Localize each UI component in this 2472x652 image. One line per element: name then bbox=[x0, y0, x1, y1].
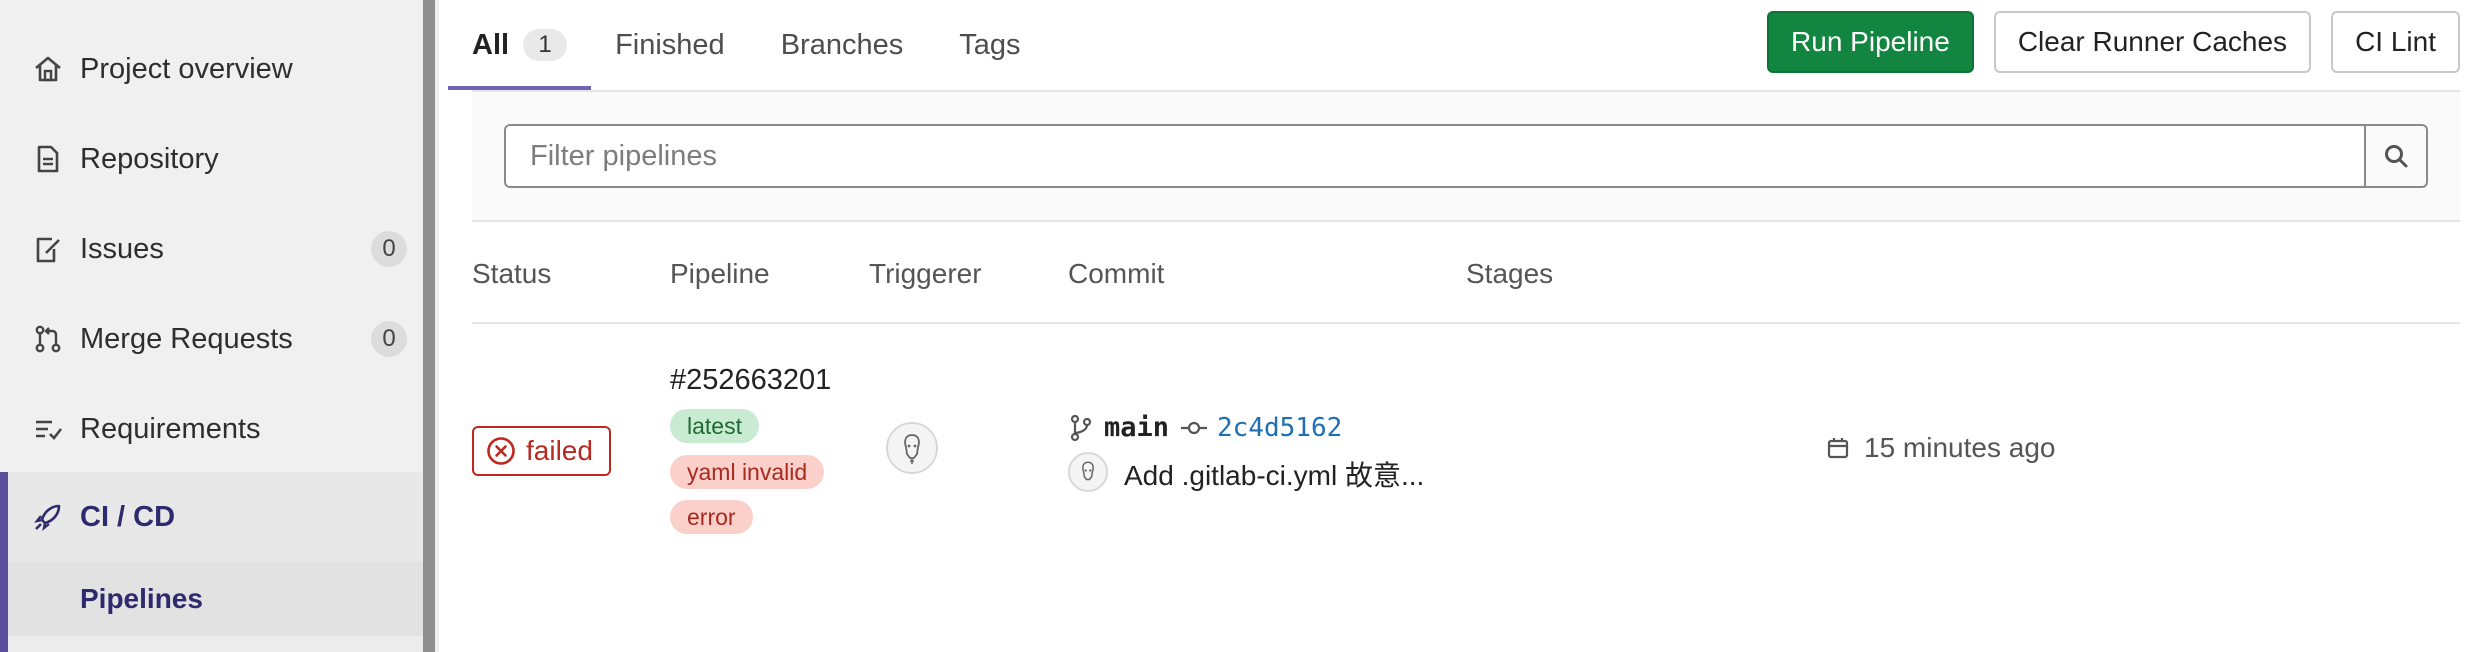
column-header-stages: Stages bbox=[1466, 258, 1554, 289]
sidebar-item-ci-cd[interactable]: CI / CD bbox=[0, 472, 423, 562]
filter-search-button[interactable] bbox=[2364, 124, 2428, 188]
commit-author-avatar[interactable] bbox=[1068, 452, 1108, 492]
commit-title-link[interactable]: Add .gitlab-ci.yml 故意... bbox=[1124, 454, 1424, 494]
header-actions: Run Pipeline Clear Runner Caches CI Lint bbox=[1747, 11, 2460, 73]
failed-status-icon bbox=[486, 436, 516, 466]
sidebar: Project overview Repository Issues 0 Mer… bbox=[0, 0, 423, 652]
sidebar-item-label: Requirements bbox=[80, 412, 261, 445]
sidebar-scrollbar[interactable] bbox=[423, 0, 435, 652]
sidebar-subitem-pipelines[interactable]: Pipelines bbox=[0, 562, 423, 636]
label-yaml-invalid[interactable]: yaml invalid bbox=[670, 455, 825, 489]
clear-runner-caches-button[interactable]: Clear Runner Caches bbox=[1993, 11, 2312, 73]
rocket-icon bbox=[32, 501, 64, 533]
calendar-icon bbox=[1826, 436, 1850, 460]
sidebar-item-merge-requests[interactable]: Merge Requests 0 bbox=[0, 294, 423, 384]
sidebar-item-issues[interactable]: Issues 0 bbox=[0, 204, 423, 294]
tab-label: Tags bbox=[959, 28, 1021, 61]
column-header-triggerer: Triggerer bbox=[869, 258, 982, 289]
column-header-status: Status bbox=[472, 258, 552, 289]
run-pipeline-button[interactable]: Run Pipeline bbox=[1767, 11, 1974, 73]
search-icon bbox=[2382, 142, 2410, 170]
sidebar-subitem-label: Pipelines bbox=[80, 583, 203, 614]
sidebar-item-label: Repository bbox=[80, 142, 219, 175]
tab-branches[interactable]: Branches bbox=[781, 0, 904, 90]
merge-request-icon bbox=[32, 323, 64, 355]
sidebar-item-repository[interactable]: Repository bbox=[0, 114, 423, 204]
pipeline-tabs: All 1 Finished Branches Tags bbox=[448, 0, 1076, 90]
tab-label: Finished bbox=[615, 28, 725, 61]
sidebar-item-project-overview[interactable]: Project overview bbox=[0, 24, 423, 114]
status-label: failed bbox=[526, 435, 593, 466]
sidebar-item-label: Merge Requests bbox=[80, 322, 293, 355]
commit-icon bbox=[1179, 418, 1209, 438]
sidebar-item-label: Project overview bbox=[80, 52, 293, 85]
pipeline-time: 15 minutes ago bbox=[1826, 432, 2055, 464]
branch-name-link[interactable]: main bbox=[1104, 412, 1169, 443]
commit-sha-link[interactable]: 2c4d5162 bbox=[1217, 413, 1342, 443]
tab-label: All bbox=[472, 28, 510, 61]
branch-icon bbox=[1068, 414, 1094, 442]
ci-lint-button[interactable]: CI Lint bbox=[2331, 11, 2460, 73]
tab-tags[interactable]: Tags bbox=[959, 0, 1020, 90]
sidebar-divider bbox=[435, 0, 439, 652]
pipeline-id-link[interactable]: #252663201 bbox=[670, 364, 831, 397]
label-latest: latest bbox=[670, 409, 759, 443]
column-header-pipeline: Pipeline bbox=[670, 258, 770, 289]
sidebar-item-label: Issues bbox=[80, 232, 164, 265]
sidebar-item-requirements[interactable]: Requirements bbox=[0, 384, 423, 474]
time-ago-text: 15 minutes ago bbox=[1864, 432, 2056, 463]
status-badge[interactable]: failed bbox=[472, 426, 611, 476]
commit-ref: main 2c4d5162 bbox=[1068, 412, 1342, 443]
home-icon bbox=[32, 53, 64, 85]
issues-count-badge: 0 bbox=[371, 231, 407, 267]
sidebar-item-label: CI / CD bbox=[80, 500, 176, 533]
triggerer-avatar[interactable] bbox=[886, 422, 938, 474]
tab-all[interactable]: All 1 bbox=[448, 0, 592, 90]
tab-count-badge: 1 bbox=[523, 29, 568, 61]
filter-pipelines-input[interactable] bbox=[504, 124, 2366, 188]
tab-label: Branches bbox=[780, 28, 904, 61]
column-header-commit: Commit bbox=[1068, 258, 1165, 289]
tab-finished[interactable]: Finished bbox=[615, 0, 725, 90]
requirements-icon bbox=[32, 413, 64, 445]
merge-requests-count-badge: 0 bbox=[371, 321, 407, 357]
label-error[interactable]: error bbox=[670, 500, 753, 534]
document-icon bbox=[32, 143, 64, 175]
pipelines-table-header: Status Pipeline Triggerer Commit Stages bbox=[472, 224, 2460, 324]
table-row: failed #252663201 latest yaml invalid er… bbox=[472, 324, 2460, 584]
sidebar-next-item bbox=[0, 636, 423, 652]
issues-icon bbox=[32, 233, 64, 265]
filter-bar bbox=[472, 90, 2460, 222]
